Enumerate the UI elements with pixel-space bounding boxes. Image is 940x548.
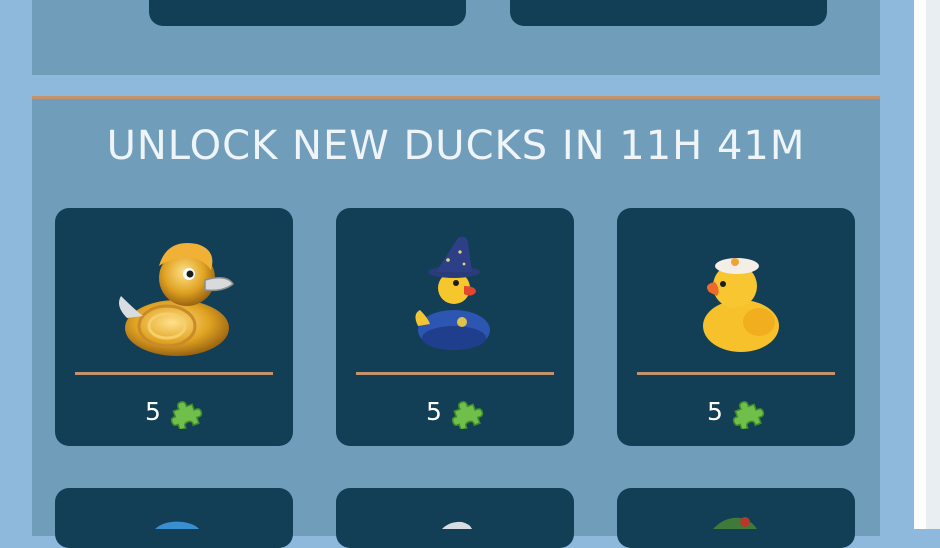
duck-price: 5 <box>336 394 574 430</box>
duck-card-chef[interactable]: 5 <box>617 208 855 446</box>
duck-card-next-row-3[interactable] <box>617 488 855 548</box>
puzzle-piece-icon <box>170 401 203 429</box>
duck-card-next-row-2[interactable] <box>336 488 574 548</box>
duck-image-partial <box>713 517 757 529</box>
section-divider <box>32 96 880 99</box>
duck-card-wizard[interactable]: 5 <box>336 208 574 446</box>
duck-card-next-row-1[interactable] <box>55 488 293 548</box>
golden-duck-image <box>119 242 234 356</box>
price-amount: 5 <box>145 397 161 426</box>
card-divider <box>75 372 273 375</box>
duck-card-golden[interactable]: 5 <box>55 208 293 446</box>
previous-card-right[interactable] <box>510 0 827 26</box>
unlock-countdown-title: UNLOCK NEW DUCKS IN 11H 41M <box>106 123 806 169</box>
puzzle-piece-icon <box>732 401 765 429</box>
right-frame-edge <box>926 0 940 529</box>
duck-price: 5 <box>55 394 293 430</box>
chef-duck-image <box>703 258 779 352</box>
duck-image-partial <box>442 521 472 529</box>
previous-section-panel <box>32 0 880 75</box>
card-divider <box>356 372 554 375</box>
right-frame-strip <box>914 0 926 529</box>
price-amount: 5 <box>707 397 723 426</box>
previous-card-left[interactable] <box>149 0 466 26</box>
duck-image-partial <box>155 521 199 529</box>
card-divider <box>637 372 835 375</box>
price-amount: 5 <box>426 397 442 426</box>
wizard-duck-image <box>415 236 490 350</box>
duck-price: 5 <box>617 394 855 430</box>
puzzle-piece-icon <box>451 401 484 429</box>
